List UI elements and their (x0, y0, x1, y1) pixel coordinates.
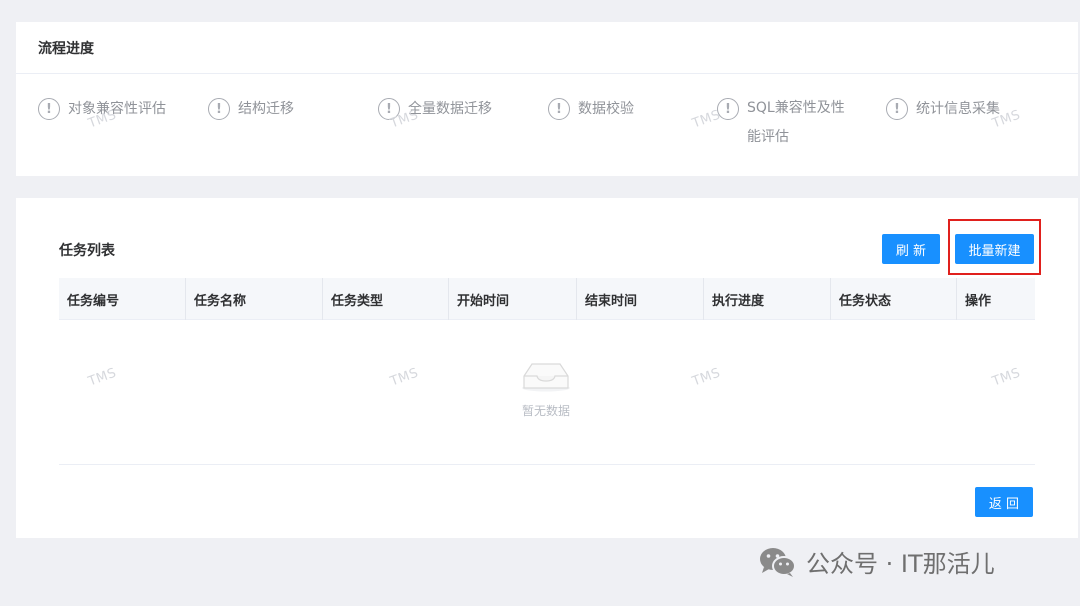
step-object-compatibility: ! 对象兼容性评估 (38, 98, 168, 120)
column-header-task-type[interactable]: 任务类型 (323, 278, 449, 320)
step-label: 对象兼容性评估 (68, 101, 166, 117)
column-header-progress[interactable]: 执行进度 (704, 278, 831, 320)
column-header-task-id[interactable]: 任务编号 (59, 278, 186, 320)
step-data-validation: ! 数据校验 (548, 98, 678, 120)
exclamation-circle-icon: ! (208, 98, 230, 120)
step-label: SQL兼容性及性能评估 (747, 100, 845, 145)
column-header-end-time[interactable]: 结束时间 (577, 278, 704, 320)
step-label: 全量数据迁移 (408, 101, 492, 117)
step-statistics-collection: ! 统计信息采集 (886, 98, 1016, 120)
batch-create-button[interactable]: 批量新建 (955, 234, 1034, 264)
task-list-panel: 任务列表 刷 新 批量新建 任务编号 任务名称 任务类型 开始时间 结束时间 执… (16, 198, 1078, 538)
column-header-task-name[interactable]: 任务名称 (186, 278, 323, 320)
step-label: 统计信息采集 (916, 101, 1000, 117)
step-sql-compatibility: ! SQL兼容性及性能评估 (717, 98, 847, 152)
exclamation-circle-icon: ! (886, 98, 908, 120)
step-label: 数据校验 (578, 101, 634, 117)
exclamation-circle-icon: ! (548, 98, 570, 120)
column-header-status[interactable]: 任务状态 (831, 278, 957, 320)
step-label: 结构迁移 (238, 101, 294, 117)
footer-brand: 公众号 · IT那活儿 (758, 544, 995, 579)
column-header-actions[interactable]: 操作 (957, 278, 1035, 320)
wechat-icon (760, 547, 796, 577)
column-header-start-time[interactable]: 开始时间 (449, 278, 577, 320)
watermark: TMS (990, 365, 1023, 390)
watermark: TMS (690, 365, 723, 390)
step-full-data-migration: ! 全量数据迁移 (378, 98, 508, 120)
table-divider (59, 464, 1035, 465)
exclamation-circle-icon: ! (38, 98, 60, 120)
footer-text: 公众号 · IT那活儿 (806, 550, 995, 578)
empty-text: 暂无数据 (521, 404, 570, 418)
step-structure-migration: ! 结构迁移 (208, 98, 338, 120)
progress-title: 流程进度 (16, 22, 1078, 74)
progress-panel: 流程进度 ! 对象兼容性评估 ! 结构迁移 ! 全量数据迁移 ! 数据校验 ! … (16, 22, 1078, 176)
exclamation-circle-icon: ! (378, 98, 400, 120)
empty-inbox-icon (522, 363, 570, 392)
back-button[interactable]: 返 回 (975, 487, 1033, 517)
watermark: TMS (388, 365, 421, 390)
task-list-title: 任务列表 (59, 243, 115, 259)
exclamation-circle-icon: ! (717, 98, 739, 120)
empty-state: 暂无数据 (506, 358, 586, 419)
watermark: TMS (86, 365, 119, 390)
refresh-button[interactable]: 刷 新 (882, 234, 940, 264)
table-header: 任务编号 任务名称 任务类型 开始时间 结束时间 执行进度 任务状态 操作 (59, 278, 1035, 320)
